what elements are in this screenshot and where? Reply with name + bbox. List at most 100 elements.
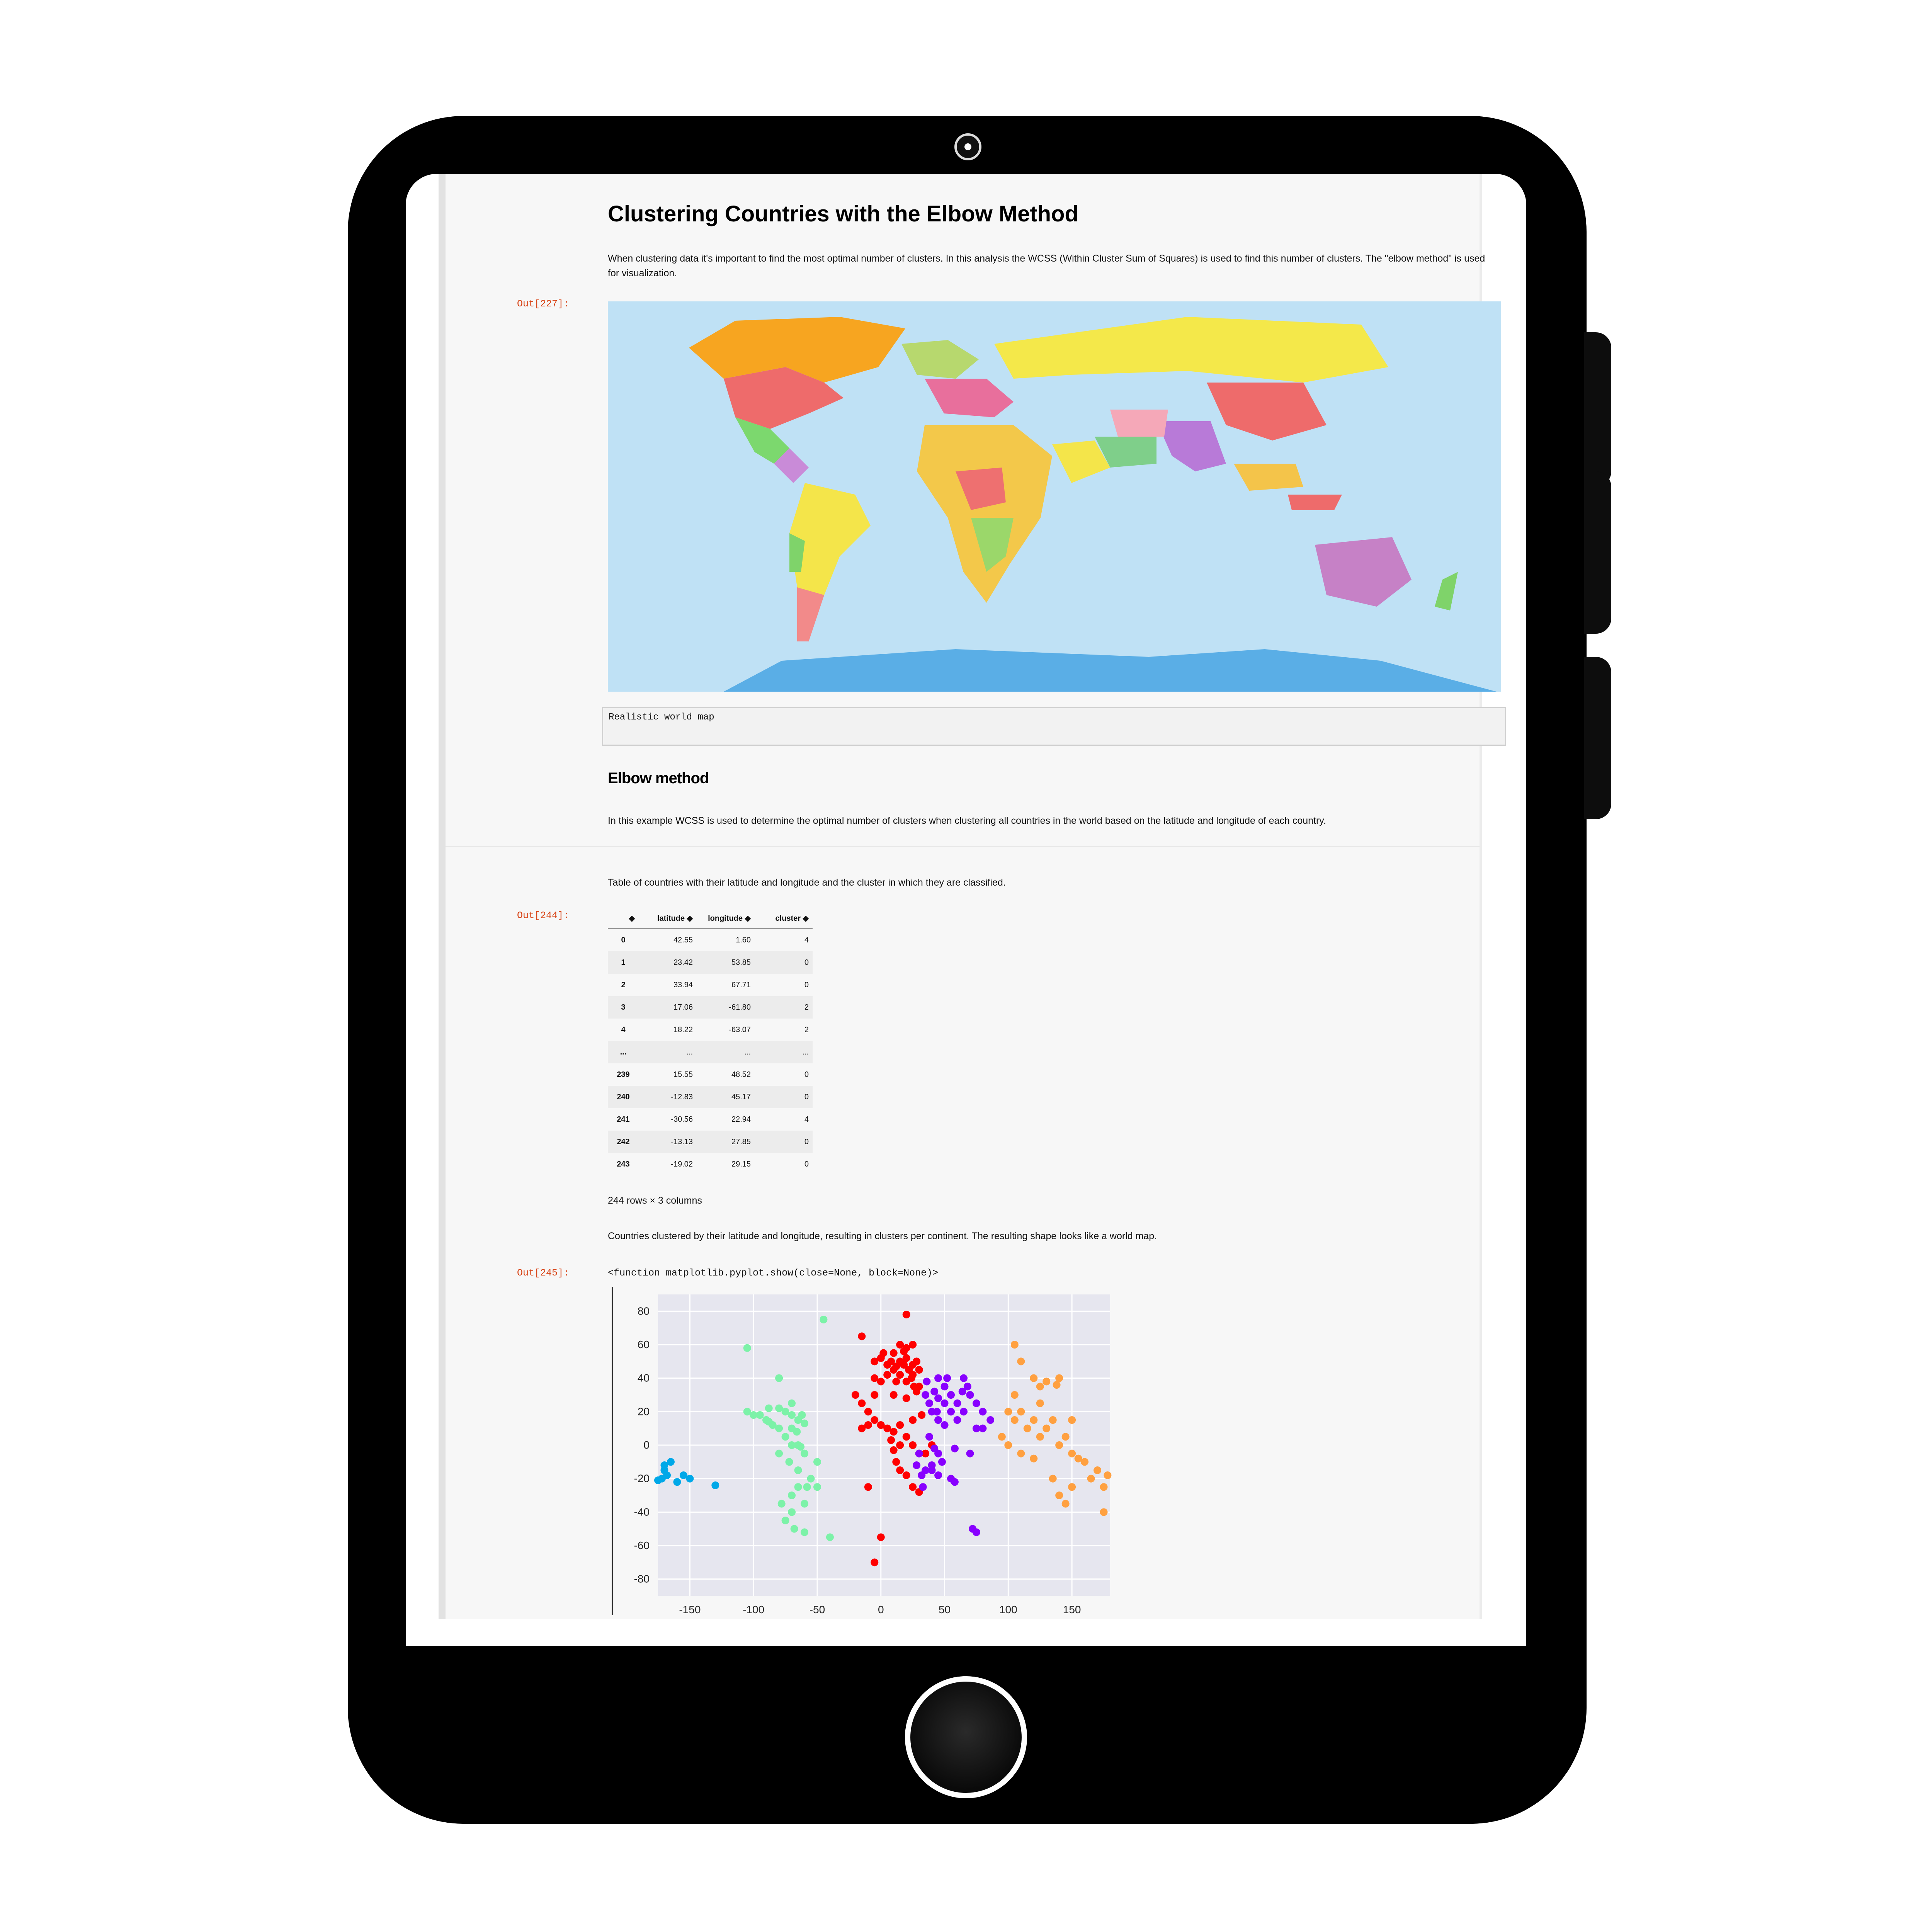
notebook-page[interactable]: Clustering Countries with the Elbow Meth… [439, 174, 1506, 1619]
scatter-point [1061, 1433, 1070, 1441]
scatter-point [1104, 1471, 1112, 1479]
scatter-point [826, 1533, 834, 1541]
cell-longitude: 1.60 [736, 935, 751, 944]
scatter-point [938, 1458, 946, 1466]
scatter-point [871, 1558, 879, 1566]
cell-latitude: 42.55 [673, 935, 693, 944]
scatter-point [1043, 1378, 1051, 1386]
side-button-lower[interactable] [1584, 657, 1611, 819]
row-index: 239 [617, 1070, 630, 1079]
column-header[interactable]: cluster ◆ [755, 908, 813, 929]
scatter-point [801, 1500, 809, 1508]
scatter-point [933, 1408, 941, 1416]
table-header-row: ◆ latitude ◆ longitude ◆ cluster ◆ [608, 908, 813, 929]
table-shape-text: 244 rows × 3 columns [608, 1195, 702, 1206]
scatter-point [928, 1466, 936, 1474]
home-button[interactable] [905, 1676, 1027, 1798]
scatter-point [781, 1433, 789, 1441]
row-index: 0 [621, 935, 626, 944]
scatter-point [909, 1483, 917, 1491]
scatter-point [1004, 1408, 1012, 1416]
scatter-point [892, 1458, 900, 1466]
scatter-point [1068, 1483, 1076, 1491]
cell-longitude: 53.85 [697, 951, 755, 974]
scatter-point [1043, 1424, 1051, 1432]
section-title: Elbow method [608, 770, 709, 787]
row-index: ... [608, 1041, 639, 1063]
scatter-point [790, 1525, 798, 1533]
scatter-point [902, 1354, 910, 1362]
dataframe-table: ◆ latitude ◆ longitude ◆ cluster ◆ 0 42.5… [608, 908, 813, 1175]
scatter-point [820, 1316, 828, 1323]
scatter-point [765, 1404, 773, 1412]
scatter-point [864, 1483, 872, 1491]
scatter-point [1068, 1416, 1076, 1424]
x-tick-label: 0 [878, 1604, 884, 1615]
scatter-point [801, 1528, 809, 1536]
table-row: 3 17.06 -61.80 2 [608, 996, 813, 1019]
scatter-point [1049, 1416, 1057, 1424]
y-tick-label: 20 [638, 1405, 650, 1417]
x-tick-label: -150 [679, 1604, 701, 1615]
scatter-point [877, 1533, 885, 1541]
side-button-middle[interactable] [1584, 471, 1611, 634]
scatter-point [781, 1517, 789, 1524]
scatter-point [793, 1428, 801, 1436]
table-row: 242 -13.13 27.85 0 [608, 1131, 813, 1153]
cell-cluster: 0 [804, 1160, 809, 1168]
scatter-point [909, 1341, 917, 1349]
scatter-point [797, 1443, 805, 1451]
scatter-point [883, 1371, 891, 1379]
scatter-point [775, 1404, 783, 1412]
scatter-point [801, 1449, 809, 1458]
scatter-point [1068, 1449, 1076, 1458]
cell-latitude: -30.56 [671, 1115, 693, 1124]
scatter-point [953, 1399, 961, 1407]
y-tick-label: -20 [634, 1473, 650, 1485]
cell-longitude: 48.52 [731, 1070, 751, 1079]
column-header[interactable]: longitude ◆ [697, 908, 755, 929]
cell-longitude: 29.15 [731, 1160, 751, 1168]
output-prompt-map: Out[227]: [517, 298, 569, 310]
scatter-point [892, 1378, 900, 1386]
cell-latitude: 17.06 [639, 996, 697, 1019]
map-caption-cell[interactable]: Realistic world map [602, 707, 1506, 746]
scatter-point [947, 1408, 955, 1416]
index-header[interactable]: ◆ [608, 908, 639, 929]
scatter-point [909, 1416, 917, 1424]
column-header[interactable]: latitude ◆ [639, 908, 697, 929]
cell-longitude: ... [697, 1041, 755, 1063]
row-index: 3 [608, 996, 639, 1019]
scatter-point [1017, 1449, 1025, 1458]
cell-cluster: 0 [755, 1131, 813, 1153]
x-tick-label: 50 [939, 1604, 951, 1615]
table-row: 4 18.22 -63.07 2 [608, 1019, 813, 1041]
side-button-upper[interactable] [1584, 332, 1611, 487]
scatter-point [900, 1347, 908, 1355]
scatter-point [871, 1391, 879, 1399]
scatter-point [896, 1441, 904, 1449]
scatter-point [864, 1408, 872, 1416]
table-row: ............ [608, 1041, 813, 1063]
y-tick-label: -40 [634, 1506, 650, 1518]
table-row: 0 42.55 1.60 4 [608, 929, 813, 951]
scatter-point [798, 1411, 806, 1419]
scatter-point [923, 1378, 931, 1386]
world-map-image [608, 301, 1501, 692]
scatter-point [919, 1483, 927, 1491]
x-tick-label: 150 [1063, 1604, 1081, 1615]
y-tick-label: -80 [634, 1573, 650, 1585]
scatter-point [940, 1383, 949, 1391]
scatter-point [756, 1411, 764, 1419]
x-tick-label: -100 [743, 1604, 764, 1615]
y-tick-label: 80 [638, 1305, 650, 1317]
scatter-point [986, 1416, 995, 1424]
scatter-point [673, 1478, 681, 1486]
cell-latitude: -19.02 [671, 1160, 693, 1168]
x-tick-label: -50 [810, 1604, 825, 1615]
scatter-point [966, 1391, 974, 1399]
scatter-point [902, 1394, 910, 1402]
scatter-point [1017, 1408, 1025, 1416]
scatter-point [1010, 1416, 1019, 1424]
scatter-point [913, 1461, 921, 1469]
